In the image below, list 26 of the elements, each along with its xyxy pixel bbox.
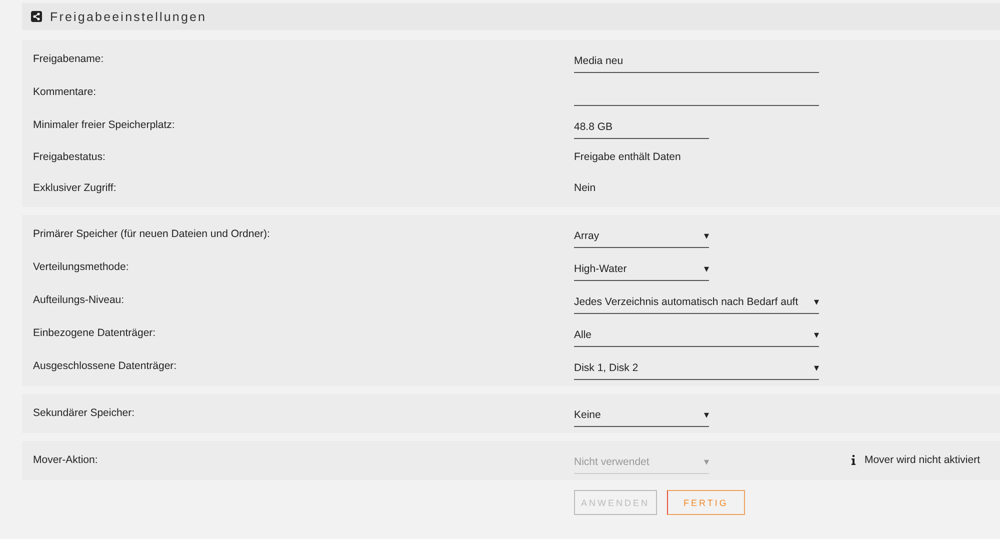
select-field[interactable]: Alle ▾ (574, 324, 819, 346)
field-label: Verteilungsmethode: (33, 260, 130, 272)
select-field[interactable]: Array ▾ (574, 226, 709, 248)
text-field[interactable]: 48.8 GB (574, 116, 709, 138)
field-label: Primärer Speicher (für neuen Dateien und Ordner): (33, 228, 271, 240)
field-label: Kommentare: (33, 86, 98, 98)
select-field[interactable]: Jedes Verzeichnis automatisch nach Bedarf auft ▾ (574, 292, 819, 314)
info-text: Mover wird nicht aktiviert (864, 454, 980, 466)
value-text: Freigabe enthält Daten (574, 150, 681, 162)
value-text: Nein (574, 182, 596, 194)
field-label: Aufteilungs-Niveau: (33, 294, 126, 306)
field-label: Freigabename: (33, 52, 105, 64)
field-label: Exklusiver Zugriff: (33, 182, 118, 194)
field-label: Minimaler freier Speicherplatz: (33, 118, 176, 130)
section-title: Freigabeeinstellungen (50, 10, 207, 24)
text-field[interactable]: Media neu (574, 50, 819, 72)
select-field[interactable]: High-Water ▾ (574, 258, 709, 280)
select-field[interactable]: Keine ▾ (574, 404, 709, 426)
info-icon (851, 454, 856, 464)
field-label: Sekundärer Speicher: (33, 406, 136, 418)
select-field[interactable]: Disk 1, Disk 2 ▾ (574, 358, 819, 380)
field-label: Mover-Aktion: (33, 454, 99, 466)
field-label: Ausgeschlossene Datenträger: (33, 360, 178, 372)
share-icon (31, 11, 42, 22)
field-label: Einbezogene Datenträger: (33, 326, 157, 338)
field-label: Freigabestatus: (33, 150, 106, 162)
